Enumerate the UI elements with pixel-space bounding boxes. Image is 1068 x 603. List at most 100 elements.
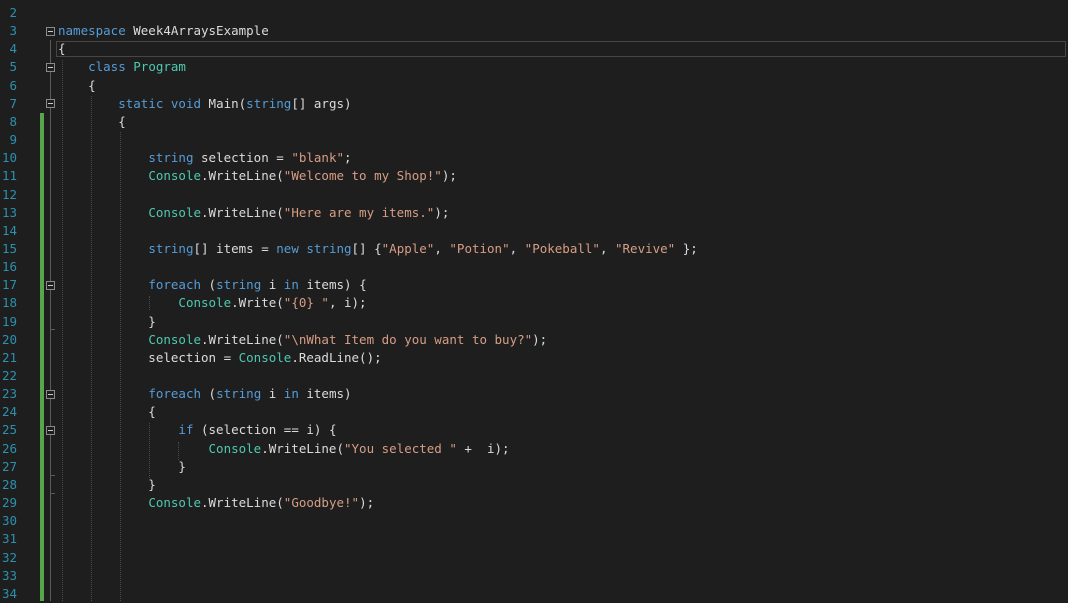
line-number: 6 — [9, 77, 17, 93]
code-text[interactable]: Console.WriteLine("\nWhat Item do you wa… — [58, 331, 547, 349]
code-token: { — [58, 77, 96, 93]
line-number: 3 — [9, 23, 17, 39]
code-line[interactable]: 17 foreach (string i in items) { — [0, 276, 1068, 294]
code-token: Console — [238, 349, 292, 365]
code-text[interactable]: { — [58, 77, 96, 95]
code-line[interactable]: 14 — [0, 222, 1068, 240]
line-number: 28 — [1, 476, 17, 492]
code-token: "Welcome to my Shop!" — [283, 168, 442, 184]
code-text[interactable]: class Program — [58, 58, 186, 76]
code-line[interactable]: 22 — [0, 367, 1068, 385]
code-text[interactable]: string selection = "blank"; — [58, 149, 352, 167]
code-token: } — [58, 458, 186, 474]
code-token: Console — [208, 440, 262, 456]
code-line[interactable]: 2 — [0, 4, 1068, 22]
code-text[interactable]: foreach (string i in items) { — [58, 276, 366, 294]
code-line[interactable]: 25 if (selection == i) { — [0, 421, 1068, 439]
code-token: .Write( — [231, 295, 284, 311]
code-text[interactable]: { — [58, 403, 156, 421]
code-line[interactable]: 7 static void Main(string[] args) — [0, 95, 1068, 113]
code-line[interactable]: 15 string[] items = new string[] {"Apple… — [0, 240, 1068, 258]
code-line[interactable]: 12 — [0, 186, 1068, 204]
code-token: "You selected " — [344, 440, 457, 456]
code-text[interactable]: { — [58, 40, 66, 58]
code-token: Main( — [201, 95, 247, 111]
code-line[interactable]: 34 — [0, 585, 1068, 603]
code-line[interactable]: 5 class Program — [0, 58, 1068, 76]
code-text[interactable]: Console.WriteLine("Goodbye!"); — [58, 494, 374, 512]
code-line[interactable]: 19 } — [0, 313, 1068, 331]
code-text[interactable]: } — [58, 313, 156, 331]
line-number: 17 — [1, 277, 17, 293]
code-token: string — [246, 95, 292, 111]
line-number: 32 — [1, 549, 17, 565]
code-token: new — [276, 240, 299, 256]
code-line[interactable]: 28 } — [0, 476, 1068, 494]
code-token: }; — [675, 240, 698, 256]
code-token: [] args) — [291, 95, 352, 111]
code-text[interactable]: Console.WriteLine("Welcome to my Shop!")… — [58, 167, 457, 185]
code-token: .WriteLine( — [201, 168, 284, 184]
code-token: selection = — [193, 150, 292, 166]
line-number: 5 — [9, 59, 17, 75]
code-line[interactable]: 27 } — [0, 458, 1068, 476]
code-text[interactable]: Console.Write("{0} ", i); — [58, 294, 366, 312]
code-text[interactable]: selection = Console.ReadLine(); — [58, 349, 381, 367]
code-token: , — [599, 240, 615, 256]
code-text[interactable]: } — [58, 458, 186, 476]
code-text[interactable]: if (selection == i) { — [58, 421, 336, 439]
code-token: .WriteLine( — [201, 204, 284, 220]
code-token: "Here are my items." — [283, 204, 435, 220]
line-number: 10 — [1, 150, 17, 166]
code-token: ( — [201, 386, 217, 402]
code-line[interactable]: 32 — [0, 549, 1068, 567]
code-line[interactable]: 29 Console.WriteLine("Goodbye!"); — [0, 494, 1068, 512]
code-line[interactable]: 30 — [0, 512, 1068, 530]
code-token: if — [178, 422, 194, 438]
code-line[interactable]: 18 Console.Write("{0} ", i); — [0, 294, 1068, 312]
code-text[interactable]: { — [58, 113, 126, 131]
code-text[interactable]: } — [58, 476, 156, 494]
line-number: 16 — [1, 259, 17, 275]
code-text[interactable]: static void Main(string[] args) — [58, 95, 352, 113]
code-line[interactable]: 20 Console.WriteLine("\nWhat Item do you… — [0, 331, 1068, 349]
code-token: { — [58, 404, 156, 420]
code-line[interactable]: 3 namespace Week4ArraysExample — [0, 22, 1068, 40]
code-token: static — [118, 95, 164, 111]
code-line[interactable]: 24 { — [0, 403, 1068, 421]
code-editor[interactable]: 2 3 namespace Week4ArraysExample 4{5 class … — [0, 0, 1068, 601]
code-text[interactable]: namespace Week4ArraysExample — [58, 22, 269, 40]
code-token: class — [88, 59, 126, 75]
code-token: .WriteLine( — [201, 495, 284, 511]
code-token: foreach — [148, 277, 201, 293]
code-token: Console — [148, 204, 201, 220]
code-line[interactable]: 21 selection = Console.ReadLine(); — [0, 349, 1068, 367]
code-text[interactable]: foreach (string i in items) — [58, 385, 351, 403]
code-line[interactable]: 16 — [0, 258, 1068, 276]
code-line[interactable]: 8 { — [0, 113, 1068, 131]
code-line[interactable]: 13 Console.WriteLine("Here are my items.… — [0, 204, 1068, 222]
code-line[interactable]: 23 foreach (string i in items) — [0, 385, 1068, 403]
code-line[interactable]: 6 { — [0, 77, 1068, 95]
code-token: "Revive" — [615, 240, 676, 256]
line-number: 30 — [1, 513, 17, 529]
code-token: ; — [344, 150, 352, 166]
code-token: "Goodbye!" — [283, 495, 360, 511]
code-line[interactable]: 26 Console.WriteLine("You selected " + i… — [0, 440, 1068, 458]
code-line[interactable]: 9 — [0, 131, 1068, 149]
code-line[interactable]: 31 — [0, 530, 1068, 548]
code-text[interactable]: string[] items = new string[] {"Apple", … — [58, 240, 698, 258]
code-token: "{0} " — [283, 295, 329, 311]
code-text[interactable]: Console.WriteLine("You selected " + i); — [58, 440, 510, 458]
code-text[interactable]: Console.WriteLine("Here are my items."); — [58, 204, 449, 222]
code-line[interactable]: 10 string selection = "blank"; — [0, 149, 1068, 167]
code-token: i — [261, 277, 284, 293]
code-token: "Potion" — [449, 240, 510, 256]
code-line[interactable]: 33 — [0, 567, 1068, 585]
line-number: 29 — [1, 495, 17, 511]
code-line[interactable]: 11 Console.WriteLine("Welcome to my Shop… — [0, 167, 1068, 185]
code-line[interactable]: 4{ — [0, 40, 1068, 58]
code-token: .WriteLine( — [261, 440, 344, 456]
